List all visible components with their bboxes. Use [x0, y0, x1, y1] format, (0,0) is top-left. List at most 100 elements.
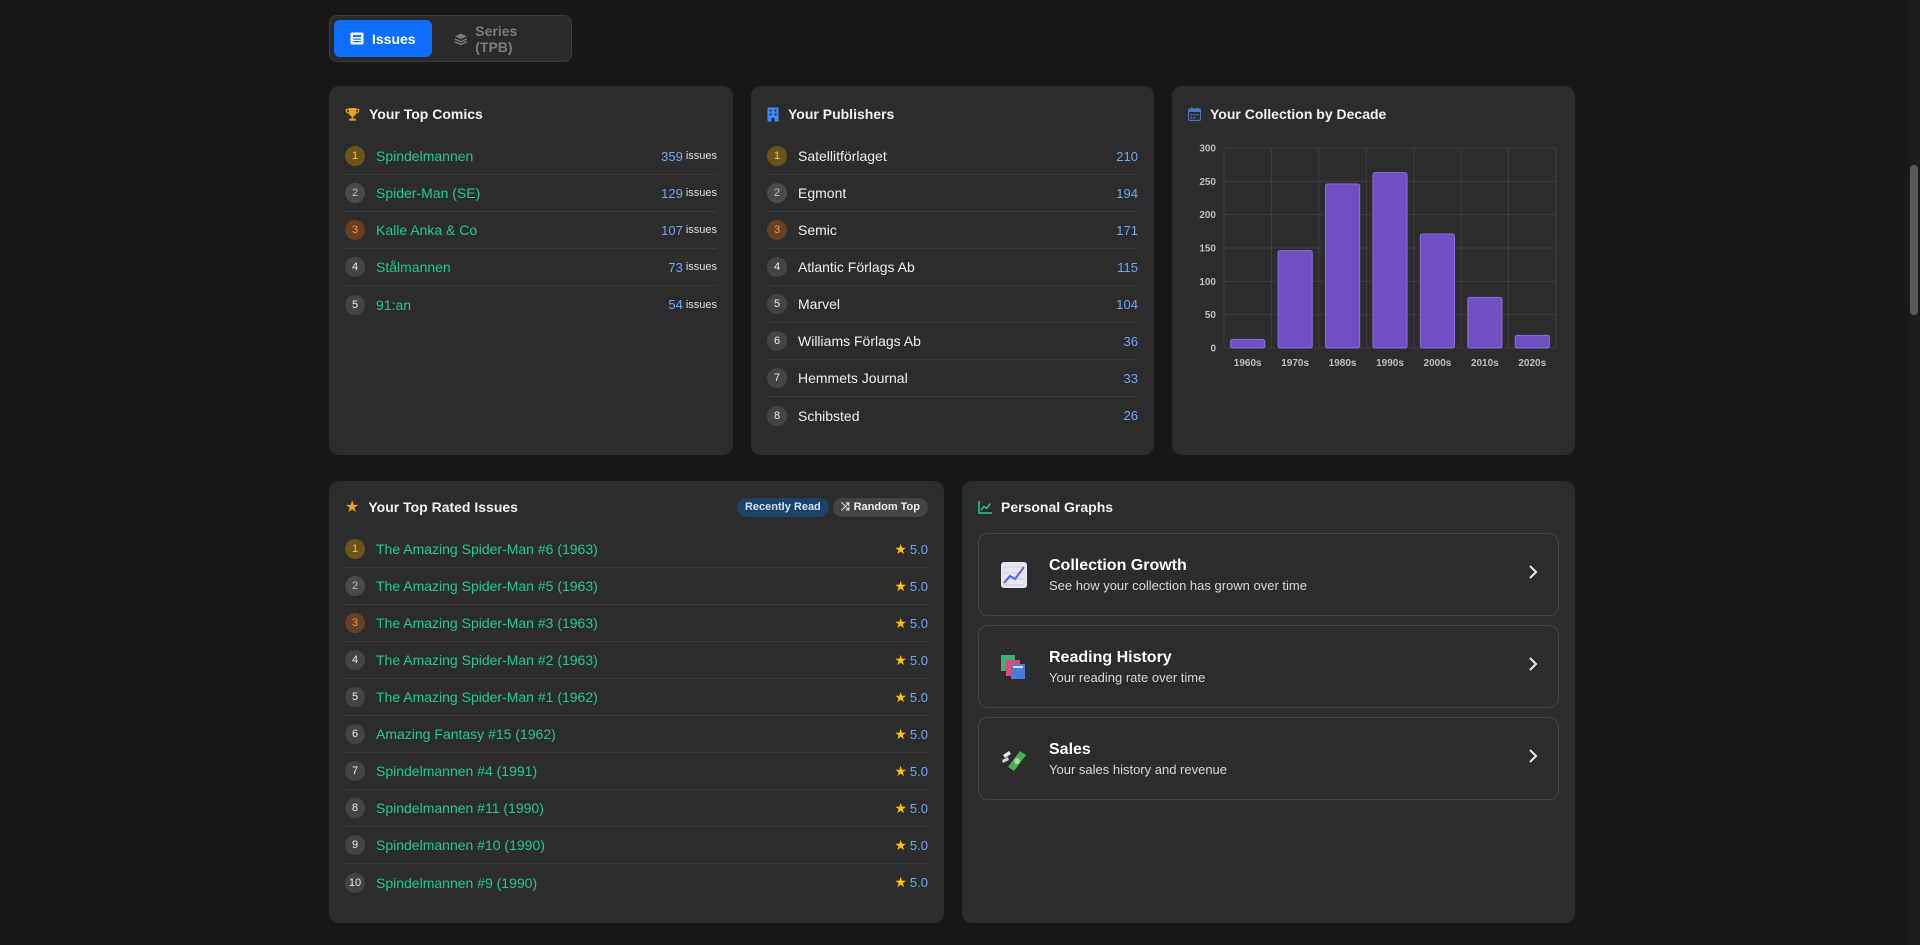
list-item: 4 Atlantic Förlags Ab 115 [767, 249, 1138, 286]
top-rated-header: ★ Your Top Rated Issues Recently Read ⤨ … [345, 497, 928, 517]
rating-value: 5.0 [909, 615, 928, 631]
comic-link[interactable]: Stålmannen [376, 259, 668, 275]
scrollbar-thumb[interactable] [1910, 165, 1918, 315]
bar[interactable] [1372, 172, 1408, 349]
decade-title: Your Collection by Decade [1210, 106, 1387, 122]
top-rated-title: Your Top Rated Issues [368, 499, 518, 515]
random-top-button[interactable]: ⤨ Random Top [832, 497, 928, 517]
publisher-count: 171 [1116, 222, 1138, 238]
bar[interactable] [1467, 296, 1503, 349]
issue-count: 54 [668, 297, 683, 312]
y-tick-label: 150 [1199, 244, 1216, 255]
rank-badge: 9 [345, 835, 365, 855]
star-icon: ★ [894, 762, 907, 779]
rating-value: 5.0 [909, 541, 928, 557]
random-top-label: Random Top [853, 501, 920, 513]
issue-link[interactable]: Spindelmannen #11 (1990) [376, 800, 894, 816]
list-item: 8 Spindelmannen #11 (1990) ★ 5.0 [345, 790, 928, 827]
issue-link[interactable]: The Amazing Spider-Man #3 (1963) [376, 615, 894, 631]
list-item: 1 The Amazing Spider-Man #6 (1963) ★ 5.0 [345, 531, 928, 568]
sales-desc: Your sales history and revenue [1049, 761, 1228, 777]
rank-badge: 2 [345, 183, 365, 203]
rank-badge: 10 [345, 872, 365, 893]
issue-count: 73 [668, 259, 683, 275]
list-item: 7 Spindelmannen #4 (1991) ★ 5.0 [345, 753, 928, 790]
view-toggle: Issues Series (TPB) [329, 15, 572, 62]
rank-badge: 3 [345, 613, 365, 633]
bar[interactable] [1230, 338, 1266, 349]
publisher-count: 104 [1116, 296, 1138, 312]
publisher-name: Williams Förlags Ab [798, 333, 921, 349]
issue-link[interactable]: The Amazing Spider-Man #6 (1963) [376, 541, 894, 557]
personal-graphs-title: Personal Graphs [1001, 499, 1114, 515]
comic-link[interactable]: 91:an [376, 297, 668, 313]
collection-growth-link[interactable]: Collection Growth See how your collectio… [978, 533, 1559, 616]
publisher-name: Hemmets Journal [798, 370, 908, 386]
list-item: 5 91:an 54 issues [345, 286, 717, 323]
publishers-list: 1 Satellitförlaget 210 2 Egmont 194 3 Semic 171 4… [767, 138, 1138, 434]
recently-read-button[interactable]: Recently Read [736, 497, 829, 517]
publishers-card: Your Publishers 1 Satellitförlaget 210 2 Egm… [751, 86, 1154, 455]
x-tick-label: 2000s [1424, 358, 1452, 369]
top-rated-list: 1 The Amazing Spider-Man #6 (1963) ★ 5.0 2 Th… [345, 531, 928, 901]
star-icon: ★ [894, 614, 907, 631]
publisher-name: Egmont [798, 185, 847, 201]
issue-count-suffix: issues [685, 187, 717, 199]
issue-link[interactable]: Spindelmannen #4 (1991) [376, 763, 894, 779]
list-item: 4 Stålmannen 73 issues [345, 249, 717, 286]
x-tick-label: 2010s [1471, 358, 1499, 369]
list-item: 1 Satellitförlaget 210 [767, 138, 1138, 175]
publisher-count: 36 [1123, 333, 1138, 349]
sales-link[interactable]: Sales Your sales history and revenue [978, 717, 1559, 800]
y-tick-label: 250 [1199, 177, 1216, 188]
issue-link[interactable]: The Amazing Spider-Man #5 (1963) [376, 578, 894, 594]
comic-link[interactable]: Kalle Anka & Co [376, 222, 661, 238]
rank-badge: 6 [345, 724, 365, 744]
rating-value: 5.0 [909, 763, 928, 779]
comic-link[interactable]: Spider-Man (SE) [376, 185, 661, 201]
bar[interactable] [1324, 183, 1361, 349]
rank-badge: 7 [767, 368, 787, 388]
reading-history-title: Reading History [1049, 648, 1172, 666]
rating: ★ 5.0 [894, 726, 928, 743]
issue-link[interactable]: Spindelmannen #10 (1990) [376, 837, 894, 853]
series-tab[interactable]: Series (TPB) [438, 20, 567, 57]
building-icon [767, 107, 779, 121]
bar[interactable] [1419, 233, 1456, 349]
bar[interactable] [1277, 250, 1313, 349]
top-comics-title: Your Top Comics [369, 106, 483, 122]
issue-count-suffix: issues [685, 261, 717, 273]
list-item: 3 The Amazing Spider-Man #3 (1963) ★ 5.0 [345, 605, 928, 642]
publisher-name: Marvel [798, 296, 841, 312]
reading-history-link[interactable]: Reading History Your reading rate over t… [978, 625, 1559, 708]
issue-link[interactable]: Spindelmannen #9 (1990) [376, 875, 894, 891]
collection-growth-desc: See how your collection has grown over t… [1049, 577, 1307, 593]
issues-tab[interactable]: Issues [334, 20, 432, 57]
rank-badge: 4 [345, 650, 365, 670]
shuffle-icon: ⤨ [840, 500, 850, 513]
publisher-count: 33 [1123, 370, 1138, 386]
comic-link[interactable]: Spindelmannen [376, 148, 661, 164]
y-tick-label: 0 [1210, 344, 1216, 355]
issue-link[interactable]: The Amazing Spider-Man #1 (1962) [376, 689, 894, 705]
star-icon: ★ [894, 836, 907, 853]
rank-badge: 2 [767, 183, 787, 203]
issue-count-suffix: issues [685, 298, 717, 311]
issue-link[interactable]: Amazing Fantasy #15 (1962) [376, 726, 894, 742]
rank-badge: 1 [345, 539, 365, 559]
rank-badge: 6 [767, 331, 787, 351]
scrollbar[interactable] [1908, 0, 1920, 945]
chart-line-icon [978, 500, 992, 514]
list-item: 10 Spindelmannen #9 (1990) ★ 5.0 [345, 864, 928, 901]
calendar-icon [1188, 107, 1201, 121]
newspaper-icon [350, 32, 364, 45]
x-tick-label: 2020s [1518, 358, 1546, 369]
list-item: 1 Spindelmannen 359 issues [345, 138, 717, 175]
publisher-name: Atlantic Förlags Ab [798, 259, 915, 275]
chevron-right-icon [1528, 564, 1538, 585]
publisher-count: 194 [1116, 185, 1138, 201]
issue-link[interactable]: The Amazing Spider-Man #2 (1963) [376, 652, 894, 668]
bar[interactable] [1514, 334, 1550, 349]
x-tick-label: 1980s [1329, 358, 1357, 369]
list-item: 7 Hemmets Journal 33 [767, 360, 1138, 397]
